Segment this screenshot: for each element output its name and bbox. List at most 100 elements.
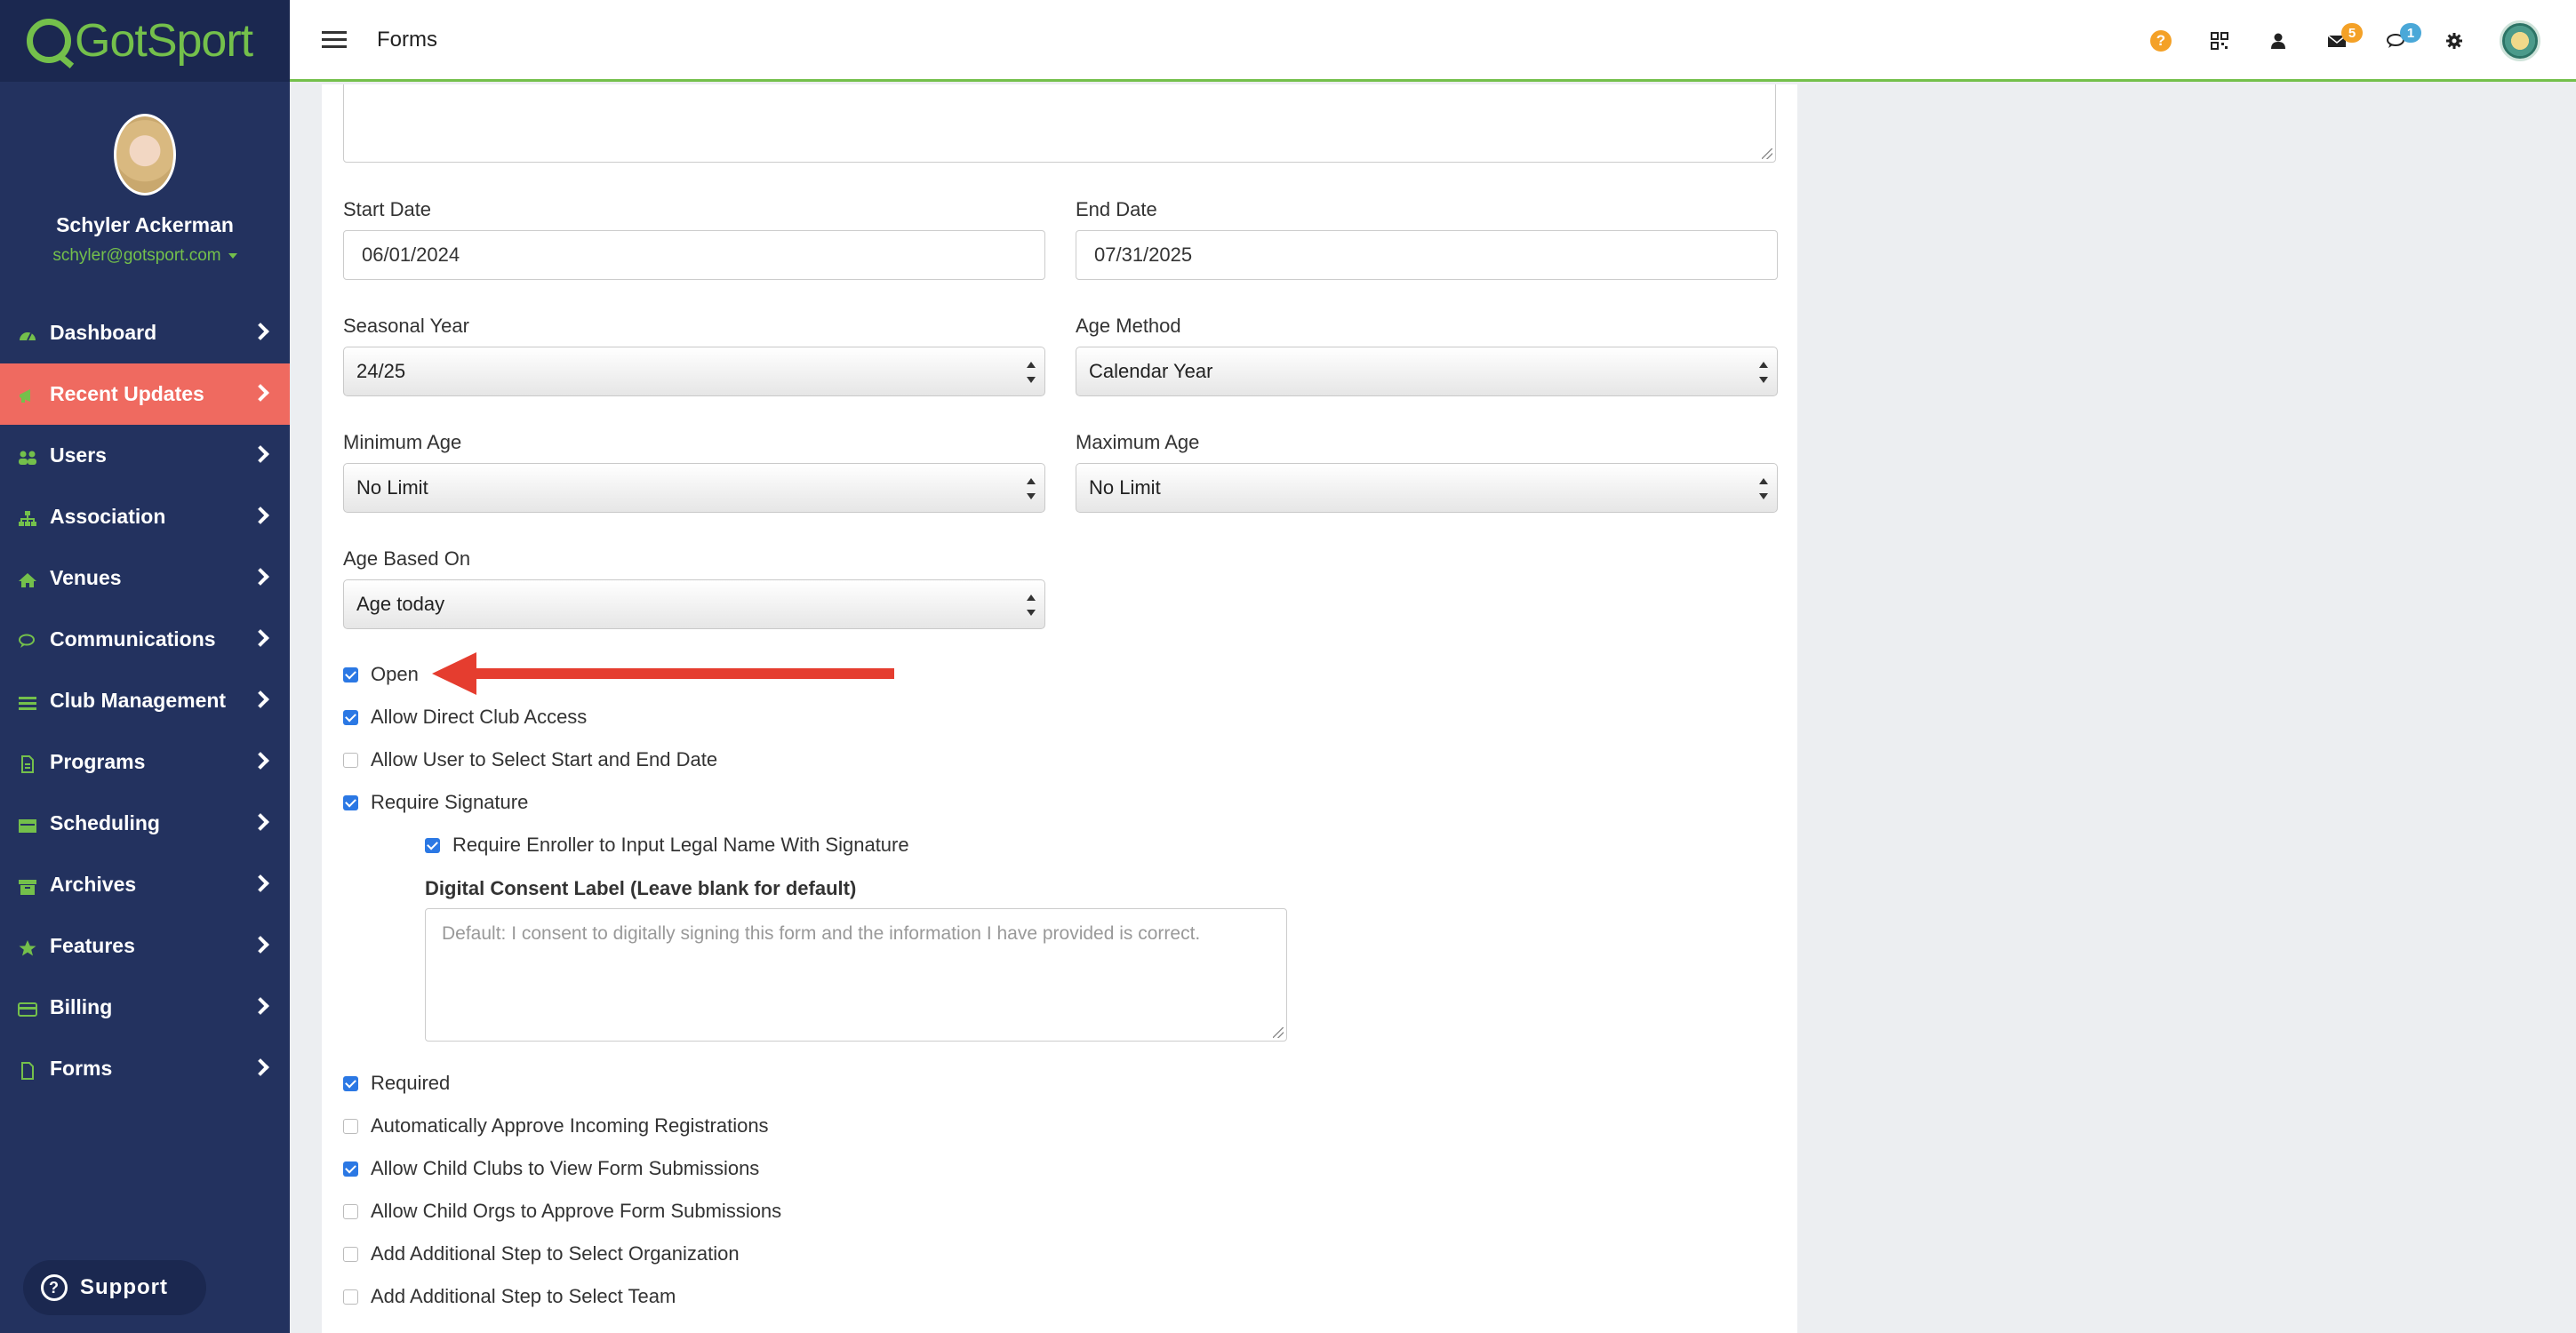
seasonal-year-select[interactable]: 24/25 (343, 347, 1045, 396)
select-arrows-icon (1759, 362, 1768, 383)
help-button[interactable]: ? (2132, 23, 2190, 59)
chevron-right-icon (252, 690, 269, 708)
sidebar-item-archives[interactable]: Archives (0, 854, 290, 915)
checkbox-child-orgs-approve[interactable]: Allow Child Orgs to Approve Form Submiss… (343, 1200, 781, 1223)
sitemap-icon (18, 509, 37, 526)
logo[interactable]: GotSport (0, 0, 290, 82)
sidebar-item-recent-updates[interactable]: Recent Updates (0, 363, 290, 425)
top-icons: ? 5 1 (2132, 0, 2576, 82)
sidebar-item-label: Archives (50, 873, 137, 896)
sidebar-item-label: Scheduling (50, 811, 160, 834)
checkbox-unchecked-icon[interactable] (343, 1118, 358, 1134)
chevron-right-icon (252, 384, 269, 402)
profile-avatar[interactable] (114, 114, 176, 196)
sidebar-item-label: Programs (50, 750, 146, 773)
checkbox-child-clubs-view[interactable]: Allow Child Clubs to View Form Submissio… (343, 1157, 759, 1180)
sidebar-item-billing[interactable]: Billing (0, 977, 290, 1038)
checkbox-required[interactable]: Required (343, 1072, 450, 1095)
home-icon (18, 571, 37, 587)
checkbox-unchecked-icon[interactable] (343, 752, 358, 768)
age-based-on-select[interactable]: Age today (343, 579, 1045, 629)
sidebar-item-scheduling[interactable]: Scheduling (0, 793, 290, 854)
support-button[interactable]: ? Support (23, 1260, 206, 1315)
chevron-right-icon (252, 568, 269, 586)
page-title: Forms (377, 27, 437, 52)
profile-name: Schyler Ackerman (56, 213, 234, 236)
digital-consent-placeholder: Default: I consent to digitally signing … (442, 923, 1201, 944)
support-label: Support (80, 1275, 168, 1299)
qr-code-icon (2211, 32, 2228, 50)
chevron-right-icon (252, 752, 269, 770)
digital-consent-textarea[interactable]: Default: I consent to digitally signing … (425, 908, 1287, 1042)
sidebar-item-label: Club Management (50, 689, 227, 712)
sidebar-item-association[interactable]: Association (0, 486, 290, 547)
checkbox-label: Allow Direct Club Access (371, 706, 588, 728)
checkbox-select-team[interactable]: Add Additional Step to Select Team (343, 1285, 676, 1308)
maximum-age-label: Maximum Age (1076, 431, 1200, 453)
sidebar-item-label: Dashboard (50, 321, 157, 344)
chevron-right-icon (252, 445, 269, 463)
mail-button[interactable]: 5 (2308, 23, 2366, 59)
checkbox-label: Allow Child Clubs to View Form Submissio… (371, 1157, 760, 1179)
maximum-age-select[interactable]: No Limit (1076, 463, 1778, 513)
checkbox-label: Add Additional Step to Select Team (371, 1285, 676, 1307)
calendar-icon (18, 816, 37, 833)
chat-button[interactable]: 1 (2366, 23, 2425, 59)
hamburger-menu-icon[interactable] (322, 27, 347, 52)
chevron-right-icon (252, 629, 269, 647)
resize-handle-icon[interactable] (1762, 148, 1772, 159)
sidebar-item-dashboard[interactable]: Dashboard (0, 302, 290, 363)
checkbox-unchecked-icon[interactable] (343, 1289, 358, 1305)
checkbox-checked-icon[interactable] (343, 1075, 358, 1091)
checkbox-unchecked-icon[interactable] (343, 1246, 358, 1262)
gear-icon (2446, 33, 2462, 49)
description-textarea[interactable] (343, 84, 1776, 163)
digital-consent-label: Digital Consent Label (Leave blank for d… (425, 877, 857, 899)
chevron-right-icon (252, 997, 269, 1015)
document-icon (18, 754, 37, 773)
checkbox-checked-icon[interactable] (425, 837, 440, 853)
logo-text: GotSport (75, 15, 253, 67)
checkbox-allow-direct-club-access[interactable]: Allow Direct Club Access (343, 706, 587, 729)
start-date-label: Start Date (343, 198, 432, 220)
annotation-arrow-icon (432, 652, 894, 695)
checkbox-label: Allow User to Select Start and End Date (371, 748, 718, 770)
checkbox-checked-icon[interactable] (343, 709, 358, 725)
checkbox-checked-icon[interactable] (343, 666, 358, 682)
checkbox-unchecked-icon[interactable] (343, 1203, 358, 1219)
user-icon (2271, 33, 2285, 49)
resize-handle-icon[interactable] (1273, 1027, 1284, 1038)
profile-email-dropdown[interactable]: schyler@gotsport.com (0, 246, 290, 266)
sidebar-item-club-management[interactable]: Club Management (0, 670, 290, 731)
select-arrows-icon (1027, 595, 1036, 616)
checkbox-select-organization[interactable]: Add Additional Step to Select Organizati… (343, 1242, 740, 1265)
top-bar: Forms ? 5 1 (290, 0, 2576, 82)
checkbox-require-legal-name[interactable]: Require Enroller to Input Legal Name Wit… (425, 834, 909, 857)
checkbox-checked-icon[interactable] (343, 794, 358, 810)
help-icon: ? (2150, 30, 2172, 52)
age-method-select[interactable]: Calendar Year (1076, 347, 1778, 396)
sidebar-item-venues[interactable]: Venues (0, 547, 290, 609)
checkbox-auto-approve[interactable]: Automatically Approve Incoming Registrat… (343, 1114, 769, 1137)
checkbox-open[interactable]: Open (343, 663, 419, 686)
sidebar-item-features[interactable]: Features (0, 915, 290, 977)
sidebar-item-forms[interactable]: Forms (0, 1038, 290, 1099)
settings-button[interactable] (2425, 23, 2484, 59)
start-date-input[interactable]: 06/01/2024 (343, 230, 1045, 280)
profile-button[interactable] (2249, 23, 2308, 59)
checkbox-allow-user-select-dates[interactable]: Allow User to Select Start and End Date (343, 748, 717, 771)
organization-avatar[interactable] (2500, 20, 2540, 61)
sidebar-item-users[interactable]: Users (0, 425, 290, 486)
sidebar-item-label: Forms (50, 1057, 113, 1080)
end-date-input[interactable]: 07/31/2025 (1076, 230, 1778, 280)
sidebar-item-programs[interactable]: Programs (0, 731, 290, 793)
minimum-age-select[interactable]: No Limit (343, 463, 1045, 513)
sidebar-nav: Dashboard Recent Updates Users Associati… (0, 302, 290, 1099)
qr-code-button[interactable] (2190, 23, 2249, 59)
sidebar-item-communications[interactable]: Communications (0, 609, 290, 670)
checkbox-checked-icon[interactable] (343, 1161, 358, 1177)
checkbox-require-signature[interactable]: Require Signature (343, 791, 528, 814)
profile-email: schyler@gotsport.com (52, 246, 221, 265)
seasonal-year-value: 24/25 (356, 360, 406, 382)
sidebar-item-label: Association (50, 505, 166, 528)
